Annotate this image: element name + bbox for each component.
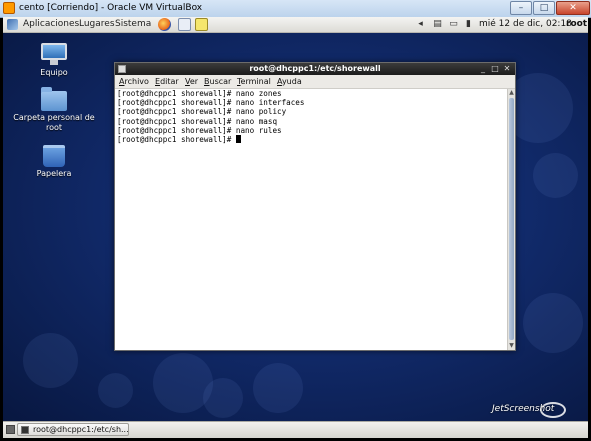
- menu-archivo[interactable]: Archivo: [119, 76, 149, 87]
- terminal-window[interactable]: root@dhcppc1:/etc/shorewall _ □ ✕ Archiv…: [114, 62, 516, 351]
- menu-ayuda[interactable]: Ayuda: [277, 76, 302, 87]
- keyboard-icon[interactable]: ▭: [448, 19, 459, 30]
- network-icon[interactable]: ▤: [432, 19, 443, 30]
- screen: cento [Corriendo] - Oracle VM VirtualBox…: [0, 0, 591, 441]
- terminal-prompt: [root@dhcppc1 shorewall]#: [117, 134, 236, 144]
- text-cursor: [235, 134, 241, 143]
- wallpaper-circle: [23, 333, 78, 388]
- terminal-line: [root@dhcppc1 shorewall]# nano masq: [117, 116, 278, 126]
- terminal-maximize-button[interactable]: □: [490, 64, 500, 74]
- virtualbox-titlebar[interactable]: cento [Corriendo] - Oracle VM VirtualBox…: [0, 0, 591, 18]
- desktop-icon-label: Equipo: [40, 68, 68, 77]
- clock[interactable]: mié 12 de dic, 02:18: [479, 18, 572, 31]
- battery-icon[interactable]: ▮: [463, 19, 474, 30]
- show-desktop-icon[interactable]: [6, 425, 15, 434]
- wallpaper-circle: [523, 293, 583, 353]
- minimize-button[interactable]: –: [510, 1, 532, 15]
- user-menu[interactable]: root: [566, 18, 587, 31]
- close-button[interactable]: ✕: [556, 1, 590, 15]
- menu-sistema[interactable]: Sistema: [115, 18, 151, 31]
- terminal-close-button[interactable]: ✕: [502, 64, 512, 74]
- scroll-down-arrow-icon[interactable]: ▼: [508, 342, 515, 350]
- terminal-window-controls: _ □ ✕: [476, 64, 512, 74]
- terminal-minimize-button[interactable]: _: [478, 64, 488, 74]
- terminal-line: [root@dhcppc1 shorewall]# nano rules: [117, 125, 282, 135]
- desktop-icon-papelera[interactable]: Papelera: [6, 145, 102, 179]
- firefox-launcher-icon[interactable]: [158, 18, 171, 31]
- wallpaper-circle: [533, 153, 578, 198]
- desktop-icon-label: Carpeta personal de root: [13, 113, 95, 132]
- terminal-line: [root@dhcppc1 shorewall]# nano zones: [117, 89, 282, 98]
- maximize-button[interactable]: □: [533, 1, 555, 15]
- scrollbar-thumb[interactable]: [509, 98, 514, 340]
- terminal-line: [root@dhcppc1 shorewall]# nano policy: [117, 107, 287, 117]
- virtualbox-icon: [3, 2, 15, 14]
- trash-icon: [43, 145, 65, 167]
- taskbar-terminal-button[interactable]: root@dhcppc1:/etc/sh...: [17, 423, 129, 436]
- desktop-icon-home-folder[interactable]: Carpeta personal de root: [6, 87, 102, 133]
- menu-ver[interactable]: Ver: [185, 76, 198, 87]
- terminal-icon: [21, 426, 29, 434]
- terminal-output[interactable]: [root@dhcppc1 shorewall]# nano zones [ro…: [115, 89, 507, 350]
- wallpaper-circle: [253, 363, 303, 413]
- menu-aplicaciones[interactable]: Aplicaciones: [23, 18, 79, 31]
- top-panel: Aplicaciones Lugares Sistema ◂ ▤ ▭ ▮ mié…: [3, 17, 588, 33]
- mail-launcher-icon[interactable]: [178, 18, 191, 31]
- gnome-foot-icon: [7, 19, 18, 30]
- menu-lugares[interactable]: Lugares: [79, 18, 115, 31]
- desktop-icon-equipo[interactable]: Equipo: [6, 43, 102, 78]
- computer-icon: [41, 43, 67, 65]
- terminal-titlebar[interactable]: root@dhcppc1:/etc/shorewall _ □ ✕: [115, 63, 515, 75]
- window-controls: – □ ✕: [509, 1, 590, 16]
- taskbar-label: root@dhcppc1:/etc/sh...: [33, 425, 129, 434]
- terminal-prompt-line[interactable]: [root@dhcppc1 shorewall]#: [115, 134, 507, 144]
- menu-editar[interactable]: Editar: [155, 76, 179, 87]
- scroll-up-arrow-icon[interactable]: ▲: [508, 89, 515, 97]
- text-editor-launcher-icon[interactable]: [195, 18, 208, 31]
- watermark: JetScreenshot: [492, 404, 555, 414]
- volume-icon[interactable]: ◂: [415, 19, 426, 30]
- wallpaper-circle: [203, 378, 243, 418]
- menu-terminal[interactable]: Terminal: [237, 76, 271, 87]
- terminal-title: root@dhcppc1:/etc/shorewall: [249, 64, 381, 73]
- wallpaper-circle: [98, 373, 133, 408]
- window-title: cento [Corriendo] - Oracle VM VirtualBox: [19, 3, 203, 13]
- home-folder-icon: [41, 87, 67, 111]
- terminal-line: [root@dhcppc1 shorewall]# nano interface…: [117, 98, 305, 108]
- terminal-scrollbar[interactable]: ▲ ▼: [507, 89, 515, 350]
- bottom-panel: root@dhcppc1:/etc/sh...: [3, 421, 588, 438]
- terminal-menubar: Archivo Editar Ver Buscar Terminal Ayuda: [115, 75, 515, 89]
- desktop-icon-label: Papelera: [36, 169, 72, 178]
- menu-buscar[interactable]: Buscar: [204, 76, 231, 87]
